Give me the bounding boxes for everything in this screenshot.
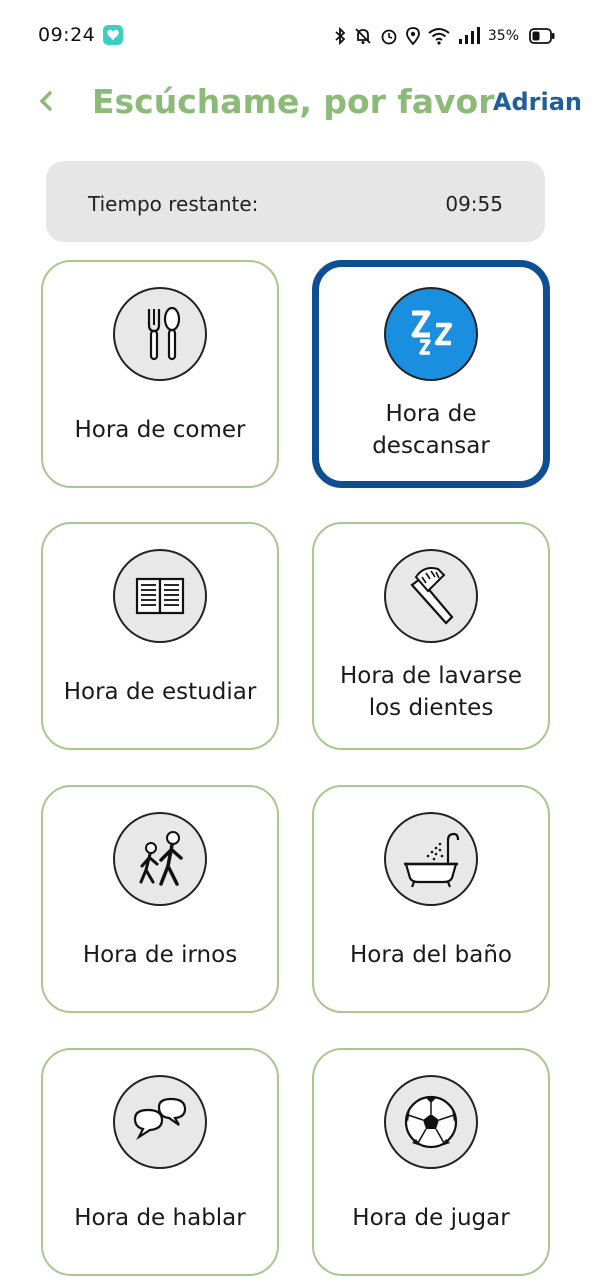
page-title: Escúchame, por favor <box>92 82 495 121</box>
card-label: Hora de lavarse los dientes <box>339 663 523 721</box>
mute-bell-icon <box>355 28 371 44</box>
card-hora-de-descansar[interactable]: Hora de descansar <box>312 260 550 488</box>
card-label: Hora de hablar <box>74 1205 246 1231</box>
soccer-ball-icon <box>384 1075 478 1169</box>
card-hora-de-hablar[interactable]: Hora de hablar <box>41 1048 279 1276</box>
card-label: Hora de estudiar <box>63 679 257 705</box>
timer-value: 09:55 <box>445 192 503 216</box>
battery-percent: 35% <box>487 28 519 44</box>
bluetooth-icon <box>335 27 346 45</box>
bathtub-icon <box>384 812 478 906</box>
chevron-left-icon <box>39 91 52 111</box>
toothbrush-icon <box>384 549 478 643</box>
card-label: Hora de descansar <box>372 401 490 459</box>
card-label: Hora de jugar <box>352 1205 510 1231</box>
app-header: Escúchame, por favor Adrian <box>0 72 591 142</box>
signal-icon <box>458 27 480 44</box>
sleep-zzz-icon <box>384 287 478 381</box>
battery-icon <box>529 28 555 44</box>
card-hora-de-comer[interactable]: Hora de comer <box>41 260 279 488</box>
card-hora-de-jugar[interactable]: Hora de jugar <box>312 1048 550 1276</box>
card-label: Hora de irnos <box>82 942 238 968</box>
card-label: Hora del baño <box>349 942 513 968</box>
status-time: 09:24 <box>38 24 96 46</box>
location-icon <box>405 27 420 45</box>
card-hora-de-estudiar[interactable]: Hora de estudiar <box>41 522 279 750</box>
card-label: Hora de comer <box>74 417 246 443</box>
speech-bubbles-icon <box>113 1075 207 1169</box>
card-hora-del-bano[interactable]: Hora del baño <box>312 785 550 1013</box>
alarm-icon <box>381 29 397 45</box>
app-notification-icon <box>103 25 123 45</box>
wifi-icon <box>428 28 450 45</box>
card-hora-de-irnos[interactable]: Hora de irnos <box>41 785 279 1013</box>
user-name-link[interactable]: Adrian <box>493 88 582 116</box>
book-icon <box>113 549 207 643</box>
fork-spoon-icon <box>113 287 207 381</box>
walking-people-icon <box>113 812 207 906</box>
timer-label: Tiempo restante: <box>88 192 259 216</box>
timer-panel: Tiempo restante: 09:55 <box>46 161 545 242</box>
status-bar: 09:24 35% <box>0 0 591 72</box>
back-button[interactable] <box>34 84 60 120</box>
card-hora-de-lavarse-los-dientes[interactable]: Hora de lavarse los dientes <box>312 522 550 750</box>
status-icons: 35% <box>334 24 555 48</box>
